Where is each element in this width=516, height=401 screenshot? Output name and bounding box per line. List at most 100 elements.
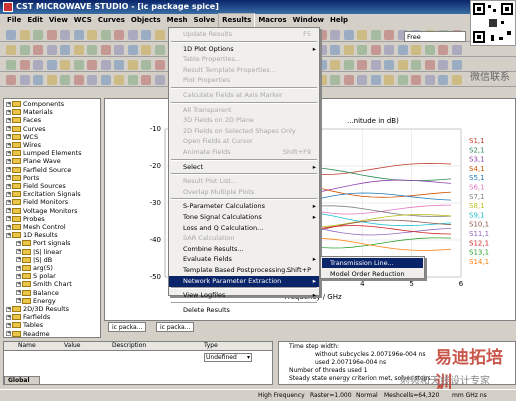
- toolbar-button-icon[interactable]: [438, 45, 448, 55]
- parameter-list[interactable]: Name Value Description Type Undefined ▾ G…: [3, 341, 273, 385]
- toolbar-button-icon[interactable]: [384, 45, 394, 55]
- toolbar-button-icon[interactable]: [411, 60, 421, 70]
- toolbar-button-icon[interactable]: [370, 45, 381, 55]
- menu-item[interactable]: Tone Signal Calculations ▸: [169, 212, 319, 223]
- menu-item[interactable]: S-Parameter Calculations ▸: [169, 201, 319, 212]
- toolbar-button-icon[interactable]: [127, 30, 138, 40]
- toolbar-button-icon[interactable]: [73, 30, 84, 40]
- toolbar-button-icon[interactable]: [451, 75, 462, 85]
- toolbar-button-icon[interactable]: [6, 30, 16, 40]
- toolbar-button-icon[interactable]: [424, 75, 435, 85]
- menu-solve[interactable]: Solve: [191, 14, 219, 27]
- toolbar-button-icon[interactable]: [154, 75, 165, 85]
- toolbar-button-icon[interactable]: [60, 75, 70, 85]
- expand-icon[interactable]: +: [6, 191, 11, 197]
- toolbar-button-icon[interactable]: [141, 30, 151, 40]
- toolbar-button-icon[interactable]: [33, 30, 43, 40]
- expand-icon[interactable]: +: [6, 167, 11, 173]
- doc-tab-2[interactable]: ic packa...: [156, 322, 195, 332]
- view-mode-select[interactable]: Free: [404, 31, 466, 42]
- expand-icon[interactable]: +: [16, 298, 21, 304]
- toolbar-button-icon[interactable]: [19, 60, 30, 70]
- toolbar-button-icon[interactable]: [357, 45, 367, 55]
- expand-icon[interactable]: +: [6, 134, 11, 140]
- expand-icon[interactable]: +: [6, 232, 11, 238]
- toolbar-button-icon[interactable]: [424, 60, 435, 70]
- expand-icon[interactable]: +: [16, 290, 21, 296]
- toolbar-button-icon[interactable]: [343, 45, 354, 55]
- expand-icon[interactable]: +: [6, 126, 11, 132]
- menu-item[interactable]: Evaluate Fields ▸: [169, 254, 319, 265]
- toolbar-button-icon[interactable]: [357, 75, 367, 85]
- toolbar-button-icon[interactable]: [451, 60, 462, 70]
- toolbar-button-icon[interactable]: [33, 75, 43, 85]
- expand-icon[interactable]: +: [16, 273, 21, 279]
- toolbar-button-icon[interactable]: [141, 60, 151, 70]
- expand-icon[interactable]: +: [6, 331, 11, 337]
- menu-item[interactable]: Delete Results: [169, 305, 319, 316]
- toolbar-button-icon[interactable]: [397, 45, 408, 55]
- toolbar-button-icon[interactable]: [330, 30, 340, 40]
- toolbar-button-icon[interactable]: [100, 45, 111, 55]
- toolbar-button-icon[interactable]: [19, 45, 30, 55]
- expand-icon[interactable]: +: [6, 208, 11, 214]
- toolbar-button-icon[interactable]: [127, 75, 138, 85]
- tab-global[interactable]: Global: [4, 376, 40, 385]
- toolbar-button-icon[interactable]: [127, 60, 138, 70]
- toolbar-button-icon[interactable]: [154, 60, 165, 70]
- menu-mesh[interactable]: Mesh: [164, 14, 191, 27]
- menu-edit[interactable]: Edit: [24, 14, 46, 27]
- toolbar-button-icon[interactable]: [141, 75, 151, 85]
- expand-icon[interactable]: +: [16, 249, 21, 255]
- toolbar-button-icon[interactable]: [127, 45, 138, 55]
- toolbar-button-icon[interactable]: [154, 45, 165, 55]
- toolbar-button-icon[interactable]: [384, 60, 394, 70]
- toolbar-button-icon[interactable]: [114, 60, 124, 70]
- toolbar-button-icon[interactable]: [33, 60, 43, 70]
- toolbar-button-icon[interactable]: [87, 60, 97, 70]
- menu-wcs[interactable]: WCS: [71, 14, 95, 27]
- toolbar-button-icon[interactable]: [438, 75, 448, 85]
- toolbar-button-icon[interactable]: [451, 45, 462, 55]
- menu-item[interactable]: Combine Results...: [169, 244, 319, 255]
- expand-icon[interactable]: +: [6, 142, 11, 148]
- toolbar-button-icon[interactable]: [370, 75, 381, 85]
- menu-help[interactable]: Help: [327, 14, 351, 27]
- toolbar-button-icon[interactable]: [343, 75, 354, 85]
- menu-item[interactable]: Template Based Postprocessing... Shift+P: [169, 265, 319, 276]
- toolbar-button-icon[interactable]: [370, 60, 381, 70]
- param-type-select[interactable]: Undefined ▾: [204, 353, 252, 362]
- menu-item[interactable]: View Logfiles ▸: [169, 290, 319, 301]
- toolbar-button-icon[interactable]: [397, 60, 408, 70]
- toolbar-button-icon[interactable]: [100, 60, 111, 70]
- toolbar-button-icon[interactable]: [60, 60, 70, 70]
- expand-icon[interactable]: +: [16, 281, 21, 287]
- submenu-item[interactable]: Model Order Reduction: [322, 269, 423, 279]
- toolbar-button-icon[interactable]: [60, 45, 70, 55]
- expand-icon[interactable]: +: [6, 117, 11, 123]
- toolbar-button-icon[interactable]: [60, 30, 70, 40]
- expand-icon[interactable]: +: [6, 175, 11, 181]
- toolbar-button-icon[interactable]: [100, 75, 111, 85]
- toolbar-button-icon[interactable]: [330, 75, 340, 85]
- navigation-tree[interactable]: + Components + Materials + Faces + Curves + WCS + W…: [3, 98, 101, 338]
- toolbar-button-icon[interactable]: [46, 30, 57, 40]
- toolbar-button-icon[interactable]: [87, 30, 97, 40]
- expand-icon[interactable]: +: [6, 216, 11, 222]
- toolbar-button-icon[interactable]: [73, 75, 84, 85]
- toolbar-button-icon[interactable]: [343, 60, 354, 70]
- expand-icon[interactable]: +: [6, 306, 11, 312]
- toolbar-button-icon[interactable]: [330, 45, 340, 55]
- toolbar-button-icon[interactable]: [46, 45, 57, 55]
- toolbar-button-icon[interactable]: [73, 60, 84, 70]
- tree-item[interactable]: + Readme: [6, 330, 50, 337]
- expand-icon[interactable]: +: [16, 257, 21, 263]
- expand-icon[interactable]: +: [16, 265, 21, 271]
- expand-icon[interactable]: +: [6, 314, 11, 320]
- expand-icon[interactable]: +: [6, 158, 11, 164]
- expand-icon[interactable]: +: [6, 199, 11, 205]
- menu-curves[interactable]: Curves: [95, 14, 128, 27]
- toolbar-button-icon[interactable]: [33, 45, 43, 55]
- toolbar-button-icon[interactable]: [384, 30, 394, 40]
- menu-window[interactable]: Window: [290, 14, 327, 27]
